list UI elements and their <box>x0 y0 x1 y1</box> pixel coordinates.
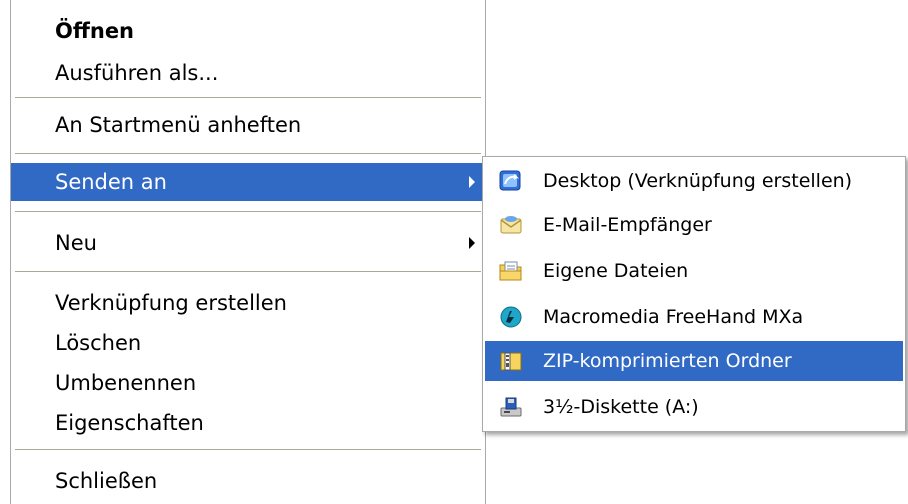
submenu-item-label: Eigene Dateien <box>543 260 689 282</box>
menu-separator <box>15 97 481 99</box>
menu-separator <box>15 271 481 273</box>
menu-item-pin-to-start[interactable]: An Startmenü anheften <box>11 106 485 144</box>
menu-item-rename[interactable]: Umbenennen <box>11 364 485 402</box>
submenu-item-desktop[interactable]: Desktop (Verknüpfung erstellen) <box>485 161 903 201</box>
send-to-submenu: Desktop (Verknüpfung erstellen) E-Mail-E… <box>482 156 906 432</box>
desktop-shortcut-icon <box>499 170 523 192</box>
submenu-arrow-icon <box>469 176 475 188</box>
menu-item-send-to[interactable]: Senden an <box>11 163 485 201</box>
submenu-item-floppy[interactable]: 3½-Diskette (A:) <box>485 387 903 427</box>
submenu-item-zip-folder[interactable]: ZIP-komprimierten Ordner <box>485 341 903 381</box>
menu-item-label: Verknüpfung erstellen <box>55 291 287 315</box>
menu-item-label: Schließen <box>55 469 158 493</box>
menu-item-label: An Startmenü anheften <box>55 113 302 137</box>
submenu-item-label: E-Mail-Empfänger <box>543 214 712 236</box>
menu-item-delete[interactable]: Löschen <box>11 324 485 362</box>
submenu-item-label: Desktop (Verknüpfung erstellen) <box>543 170 853 192</box>
submenu-item-my-documents[interactable]: Eigene Dateien <box>485 251 903 291</box>
freehand-app-icon <box>499 306 523 328</box>
menu-item-label: Neu <box>55 231 97 255</box>
menu-item-run-as[interactable]: Ausführen als... <box>11 54 485 92</box>
menu-separator <box>15 211 481 213</box>
menu-item-label: Löschen <box>55 331 142 355</box>
menu-item-properties[interactable]: Eigenschaften <box>11 404 485 442</box>
menu-item-close[interactable]: Schließen <box>11 462 485 500</box>
floppy-drive-icon <box>499 396 523 418</box>
menu-item-label: Senden an <box>55 170 167 194</box>
submenu-arrow-icon <box>469 237 475 249</box>
menu-item-create-shortcut[interactable]: Verknüpfung erstellen <box>11 284 485 322</box>
submenu-item-label: 3½-Diskette (A:) <box>543 396 699 418</box>
submenu-item-mail-recipient[interactable]: E-Mail-Empfänger <box>485 205 903 245</box>
menu-item-label: Umbenennen <box>55 371 197 395</box>
context-menu: Öffnen Ausführen als... An Startmenü anh… <box>10 0 486 504</box>
menu-separator <box>15 153 481 155</box>
menu-item-open[interactable]: Öffnen <box>11 12 485 50</box>
my-documents-folder-icon <box>499 260 523 282</box>
menu-item-label: Eigenschaften <box>55 411 204 435</box>
submenu-item-label: Macromedia FreeHand MXa <box>543 306 804 328</box>
menu-item-label: Ausführen als... <box>55 61 219 85</box>
screen: Öffnen Ausführen als... An Startmenü anh… <box>0 0 908 504</box>
menu-item-new[interactable]: Neu <box>11 224 485 262</box>
menu-separator <box>15 449 481 451</box>
submenu-item-freehand[interactable]: Macromedia FreeHand MXa <box>485 297 903 337</box>
zip-folder-icon <box>499 350 523 372</box>
submenu-item-label: ZIP-komprimierten Ordner <box>543 350 792 372</box>
mail-envelope-icon <box>499 214 523 236</box>
menu-item-label: Öffnen <box>55 19 135 43</box>
